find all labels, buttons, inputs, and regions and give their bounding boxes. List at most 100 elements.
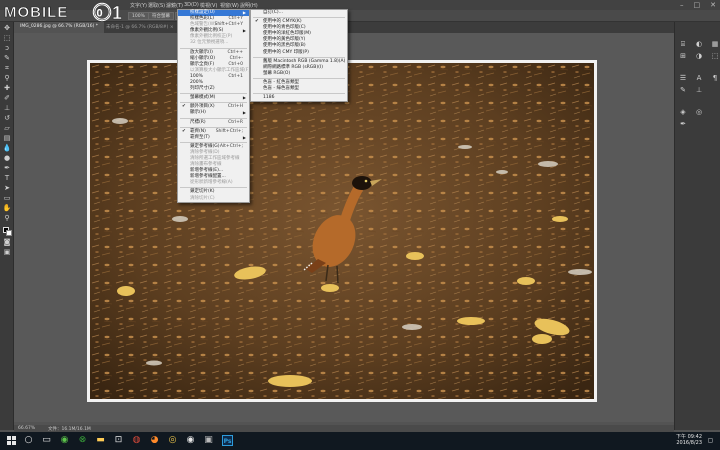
- view-menu-item-5[interactable]: 32 位元預視選項...: [178, 40, 249, 46]
- close-icon[interactable]: ✕: [710, 1, 716, 9]
- paragraph-panel-icon[interactable]: ¶: [711, 74, 719, 82]
- menu-item-window[interactable]: 視窗(W): [220, 2, 239, 9]
- system-clock[interactable]: 下午 09:42 2016/8/23: [676, 434, 702, 446]
- menu-item-label: 顯示全頁(F): [190, 61, 215, 67]
- zoom-tool-icon[interactable]: ⚲: [2, 214, 12, 223]
- menu-item-label: 網際網路標準 RGB (sRGB)(I): [263, 64, 323, 70]
- move-tool-icon[interactable]: ✥: [2, 24, 12, 33]
- chrome-icon[interactable]: ◎: [167, 435, 178, 446]
- search-icon[interactable]: ○: [23, 435, 34, 446]
- history-panel-icon[interactable]: ⌸: [679, 40, 687, 48]
- view-menu-item-34[interactable]: 清除切片(C): [178, 196, 249, 202]
- store-icon[interactable]: ⊡: [113, 435, 124, 446]
- pen-tool-icon[interactable]: ✒: [2, 164, 12, 173]
- line-app-icon[interactable]: ◉: [59, 435, 70, 446]
- photoshop-taskbar-icon[interactable]: Ps: [222, 435, 233, 446]
- layers-panel-icon[interactable]: ◈: [679, 108, 687, 116]
- character-panel-icon[interactable]: A: [695, 74, 703, 82]
- history-brush-tool-icon[interactable]: ↺: [2, 114, 12, 123]
- tab-img0286[interactable]: IMG_0286.jpg @ 66.7% (RGB/16) *: [14, 22, 105, 33]
- menu-item-label: 靠齊(N): [190, 128, 206, 134]
- notification-icon[interactable]: ▢: [705, 435, 716, 446]
- proof-menu-item-16[interactable]: 1186: [251, 95, 347, 101]
- adjustments-panel-icon[interactable]: ◑: [695, 52, 703, 60]
- brush-panel-icon[interactable]: ✎: [679, 86, 687, 94]
- view-menu-item-15[interactable]: 螢幕模式(M) ▶: [178, 95, 249, 101]
- proof-menu-item-14[interactable]: 色盲 - 綠色盲類型: [251, 86, 347, 92]
- dodge-tool-icon[interactable]: ●: [2, 154, 12, 163]
- brush-tool-icon[interactable]: ✐: [2, 94, 12, 103]
- svg-text:MOBILE: MOBILE: [4, 4, 68, 21]
- proof-menu-item-0[interactable]: 自訂(C)...: [251, 10, 347, 16]
- menu-item-help[interactable]: 說明(H): [240, 2, 258, 9]
- fit-screen-button[interactable]: 符合螢幕: [148, 12, 174, 20]
- app-grey-icon[interactable]: ▣: [203, 435, 214, 446]
- menu-item-label: 新增參考線配置...: [190, 174, 226, 180]
- menu-item-label: 200%: [190, 80, 203, 86]
- menu-item-label: 鎖定參考線(G): [190, 143, 220, 149]
- menu-item-label: 列印尺寸(Z): [190, 86, 215, 92]
- view-menu-item-23[interactable]: 靠齊至(T) ▶: [178, 135, 249, 141]
- menu-bar: MOBILE 0 1 文字(Y) 選取(S) 濾鏡(T) 3D(D) 檢視(V)…: [0, 0, 720, 23]
- menu-item-label: 使用中的洋紅色印版(M): [263, 31, 311, 37]
- view-menu-item-20[interactable]: 尺標(R) Ctrl+R: [178, 120, 249, 126]
- menu-item-type[interactable]: 文字(Y): [130, 2, 147, 9]
- menu-item-filter[interactable]: 濾鏡(T): [166, 2, 183, 9]
- proof-menu-item-7[interactable]: 使用中的 CMY 印版(P): [251, 50, 347, 56]
- color-swatches-icon[interactable]: [2, 226, 12, 236]
- type-tool-icon[interactable]: T: [2, 174, 12, 183]
- crop-tool-icon[interactable]: ⌗: [2, 64, 12, 73]
- quick-mask-icon[interactable]: ◙: [2, 238, 12, 247]
- screen-mode-icon[interactable]: ▣: [2, 248, 12, 257]
- gradient-tool-icon[interactable]: ▤: [2, 134, 12, 143]
- windows-start-icon[interactable]: [6, 435, 17, 446]
- eraser-tool-icon[interactable]: ▱: [2, 124, 12, 133]
- healing-brush-tool-icon[interactable]: ✚: [2, 84, 12, 93]
- zoom-readout[interactable]: 66.67%: [18, 426, 35, 431]
- menu-item-label: 校樣色彩(L): [190, 16, 215, 22]
- paths-panel-icon[interactable]: ✒: [679, 120, 687, 128]
- quick-select-tool-icon[interactable]: ✎: [2, 54, 12, 63]
- menu-separator: [253, 17, 345, 19]
- tab-untitled[interactable]: 未命名-1 @ 66.7% (RGB/8#) ×: [100, 22, 180, 33]
- xbox-app-icon[interactable]: ⊗: [77, 435, 88, 446]
- lasso-tool-icon[interactable]: ↄ: [2, 44, 12, 53]
- file-explorer-icon[interactable]: ▬: [95, 435, 106, 446]
- clone-stamp-tool-icon[interactable]: ⊥: [2, 104, 12, 113]
- color-panel-icon[interactable]: ◐: [695, 40, 703, 48]
- marquee-tool-icon[interactable]: ⬚: [2, 34, 12, 43]
- menu-item-label: 舊版 Macintosh RGB (Gamma 1.8)(A): [263, 58, 346, 64]
- menu-item-3d[interactable]: 3D(D): [184, 2, 199, 8]
- swatches-panel-icon[interactable]: ▦: [711, 40, 719, 48]
- proof-menu-item-11[interactable]: 螢幕 RGB(O): [251, 71, 347, 77]
- menu-item-view[interactable]: 檢視(V): [200, 2, 217, 9]
- properties-panel-icon[interactable]: ☰: [679, 74, 687, 82]
- eyedropper-tool-icon[interactable]: ⚲: [2, 74, 12, 83]
- menu-item-shortcut: Ctrl+R: [228, 119, 243, 125]
- view-menu-item-31[interactable]: 從形狀新增參考線(A): [178, 180, 249, 186]
- app-red-icon[interactable]: ◍: [131, 435, 142, 446]
- menu-item-label: 校樣設定(U): [190, 10, 215, 15]
- zoom-100-button[interactable]: 100%: [128, 12, 149, 20]
- minimize-icon[interactable]: –: [680, 1, 684, 9]
- path-select-tool-icon[interactable]: ➤: [2, 184, 12, 193]
- bird-photo[interactable]: [87, 60, 597, 402]
- maximize-icon[interactable]: □: [694, 1, 701, 9]
- hand-tool-icon[interactable]: ✋: [2, 204, 12, 213]
- task-view-icon[interactable]: ▭: [41, 435, 52, 446]
- view-menu-item-13[interactable]: 列印尺寸(Z): [178, 86, 249, 92]
- styles-panel-icon[interactable]: ⬚: [711, 52, 719, 60]
- mobile01-watermark: MOBILE 0 1: [4, 2, 122, 23]
- menu-item-select[interactable]: 選取(S): [148, 2, 165, 9]
- blur-tool-icon[interactable]: 💧: [2, 144, 12, 153]
- shape-tool-icon[interactable]: ▭: [2, 194, 12, 203]
- clone-source-panel-icon[interactable]: ⊥: [695, 86, 703, 94]
- proof-setup-submenu: 自訂(C)... ✔ 使用中的 CMYK(K) 使用中的青色印版(C) 使用中的洋紅色印…: [250, 9, 348, 103]
- channels-panel-icon[interactable]: ◎: [695, 108, 703, 116]
- view-menu-item-18[interactable]: 顯示(H) ▶: [178, 110, 249, 116]
- firefox-icon[interactable]: ◕: [149, 435, 160, 446]
- menu-item-label: 清除所選工作區域參考線: [190, 155, 240, 161]
- camera-app-icon[interactable]: ◉: [185, 435, 196, 446]
- libraries-panel-icon[interactable]: ⊞: [679, 52, 687, 60]
- menu-item-label: 自訂(C)...: [263, 10, 283, 15]
